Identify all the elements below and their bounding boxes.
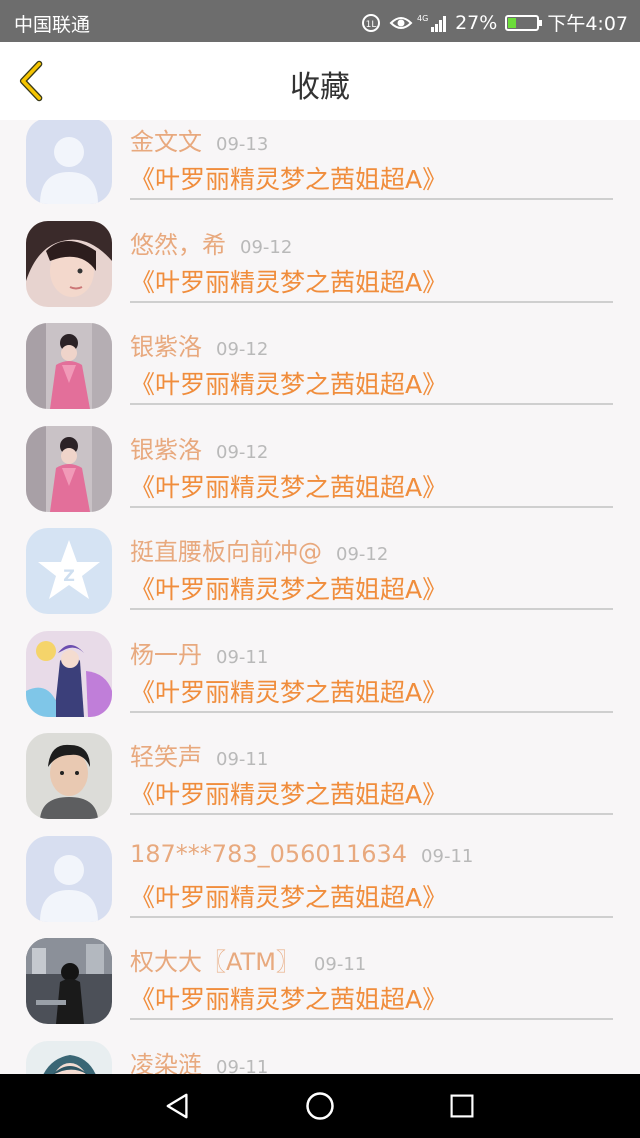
favorite-item[interactable]: 轻笑声 09-11 《叶罗丽精灵梦之茜姐超A》 — [0, 713, 640, 819]
favorite-date: 09-11 — [421, 845, 474, 867]
eye-comfort-icon — [389, 13, 413, 33]
user-name[interactable]: 轻笑声 — [130, 743, 202, 771]
favorite-name-line: 187***783_056011634 09-11 — [130, 840, 473, 868]
book-title-link[interactable]: 《叶罗丽精灵梦之茜姐超A》 — [130, 468, 447, 504]
favorite-date: 09-12 — [216, 339, 269, 360]
favorite-name-line: 杨一丹 09-11 — [130, 635, 268, 670]
girl-photo-icon — [26, 220, 112, 307]
svg-text:4G: 4G — [417, 14, 428, 23]
svg-text:1L: 1L — [366, 20, 377, 30]
user-name[interactable]: 银紫洛 — [130, 333, 202, 361]
favorite-date: 09-12 — [336, 544, 389, 565]
favorite-item[interactable]: 金文文 09-13 《叶罗丽精灵梦之茜姐超A》 — [0, 120, 640, 204]
favorite-name-line: 银紫洛 09-12 — [130, 430, 268, 465]
status-icons: 1L 4G 27% 下午4:07 — [361, 9, 628, 36]
avatar[interactable] — [26, 630, 112, 717]
favorite-date: 09-11 — [313, 954, 367, 975]
favorite-item[interactable]: 悠然，希 09-12 《叶罗丽精灵梦之茜姐超A》 — [0, 201, 640, 307]
avatar[interactable] — [26, 938, 112, 1024]
pink-girl-photo-icon — [26, 323, 112, 409]
user-name[interactable]: 凌染涟 — [130, 1051, 202, 1075]
favorite-name-line: 悠然，希 09-12 — [130, 225, 292, 260]
user-name[interactable]: 挺直腰板向前冲@ — [130, 538, 322, 566]
user-name[interactable]: 杨一丹 — [130, 641, 202, 669]
system-recents-button[interactable] — [442, 1086, 482, 1126]
signal-icon: 4G — [417, 13, 447, 33]
book-title-link[interactable]: 《叶罗丽精灵梦之茜姐超A》 — [130, 775, 447, 811]
system-back-button[interactable] — [158, 1086, 198, 1126]
clock: 下午4:07 — [547, 13, 628, 35]
favorite-date: 09-12 — [240, 236, 293, 258]
favorite-item[interactable]: 187***783_056011634 09-11 《叶罗丽精灵梦之茜姐超A》 — [0, 816, 640, 922]
circle-home-icon — [306, 1092, 334, 1120]
man-photo-icon — [26, 733, 112, 819]
woman-photo-icon — [26, 1040, 112, 1074]
square-recents-icon — [450, 1094, 474, 1118]
pink-girl-photo-icon — [26, 425, 112, 512]
favorite-name-line: 权大大〖ATM〗 09-11 — [130, 942, 366, 977]
default-avatar-icon — [26, 120, 112, 204]
favorite-date: 09-11 — [216, 749, 269, 770]
favorite-name-line: 凌染涟 09-11 — [130, 1045, 268, 1075]
carrier-label: 中国联通 — [14, 14, 91, 36]
system-home-button[interactable] — [300, 1086, 340, 1126]
hd-call-icon: 1L — [361, 13, 381, 33]
favorite-name-line: 挺直腰板向前冲@ 09-12 — [130, 532, 388, 567]
favorite-date: 09-12 — [216, 441, 269, 463]
qzone-star-icon: Z — [26, 528, 112, 614]
user-name[interactable]: 金文文 — [130, 128, 202, 156]
avatar[interactable] — [26, 425, 112, 512]
favorite-item[interactable]: 银紫洛 09-12 《叶罗丽精灵梦之茜姐超A》 — [0, 303, 640, 409]
user-name[interactable]: 银紫洛 — [130, 436, 202, 464]
battery-icon — [505, 14, 543, 31]
favorite-date: 09-13 — [216, 134, 269, 155]
favorite-name-line: 金文文 09-13 — [130, 122, 268, 157]
book-title-link[interactable]: 《叶罗丽精灵梦之茜姐超A》 — [130, 263, 447, 299]
favorites-list[interactable]: 金文文 09-13 《叶罗丽精灵梦之茜姐超A》 悠然，希 09-12 《叶罗丽精灵梦之茜姐… — [0, 120, 640, 1074]
avatar[interactable] — [26, 835, 112, 922]
header-bar: 收藏 — [0, 42, 640, 121]
avatar[interactable] — [26, 1040, 112, 1074]
default-avatar-icon — [26, 835, 112, 922]
user-name[interactable]: 权大大〖ATM〗 — [130, 948, 300, 976]
battery-percent: 27% — [455, 11, 498, 34]
book-title-link[interactable]: 《叶罗丽精灵梦之茜姐超A》 — [130, 673, 447, 709]
avatar[interactable] — [26, 220, 112, 307]
favorite-date: 09-11 — [216, 1056, 269, 1075]
favorite-item[interactable]: 银紫洛 09-12 《叶罗丽精灵梦之茜姐超A》 — [0, 406, 640, 512]
dark-night-photo-icon — [26, 938, 112, 1024]
avatar[interactable] — [26, 323, 112, 409]
favorite-name-line: 银紫洛 09-12 — [130, 327, 268, 362]
favorite-item[interactable]: 杨一丹 09-11 《叶罗丽精灵梦之茜姐超A》 — [0, 611, 640, 717]
book-title-link[interactable]: 《叶罗丽精灵梦之茜姐超A》 — [130, 160, 447, 196]
favorite-item[interactable]: 凌染涟09-11《叶罗丽精灵梦之茜姐超A》 — [0, 1021, 640, 1075]
triangle-back-icon — [166, 1093, 188, 1119]
svg-text:Z: Z — [63, 566, 75, 585]
user-name[interactable]: 悠然，希 — [130, 231, 226, 259]
user-name[interactable]: 187***783_056011634 — [130, 840, 407, 868]
favorite-item[interactable]: 权大大〖ATM〗 09-11 《叶罗丽精灵梦之茜姐超A》 — [0, 918, 640, 1024]
page-title: 收藏 — [290, 70, 350, 105]
favorite-name-line: 轻笑声 09-11 — [130, 737, 268, 772]
book-title-link[interactable]: 《叶罗丽精灵梦之茜姐超A》 — [130, 570, 447, 606]
favorite-date: 09-11 — [216, 646, 269, 668]
book-title-link[interactable]: 《叶罗丽精灵梦之茜姐超A》 — [130, 365, 447, 401]
system-navigation-bar — [0, 1074, 640, 1138]
avatar[interactable] — [26, 733, 112, 819]
avatar[interactable]: Z — [26, 528, 112, 614]
favorite-item[interactable]: Z 挺直腰板向前冲@ 09-12 《叶罗丽精灵梦之茜姐超A》 — [0, 508, 640, 614]
book-title-link[interactable]: 《叶罗丽精灵梦之茜姐超A》 — [130, 878, 447, 914]
avatar[interactable] — [26, 120, 112, 204]
anime-photo-icon — [26, 630, 112, 717]
book-title-link[interactable]: 《叶罗丽精灵梦之茜姐超A》 — [130, 980, 447, 1016]
status-bar: 中国联通 1L 4G 27% 下午4:07 — [0, 0, 640, 42]
